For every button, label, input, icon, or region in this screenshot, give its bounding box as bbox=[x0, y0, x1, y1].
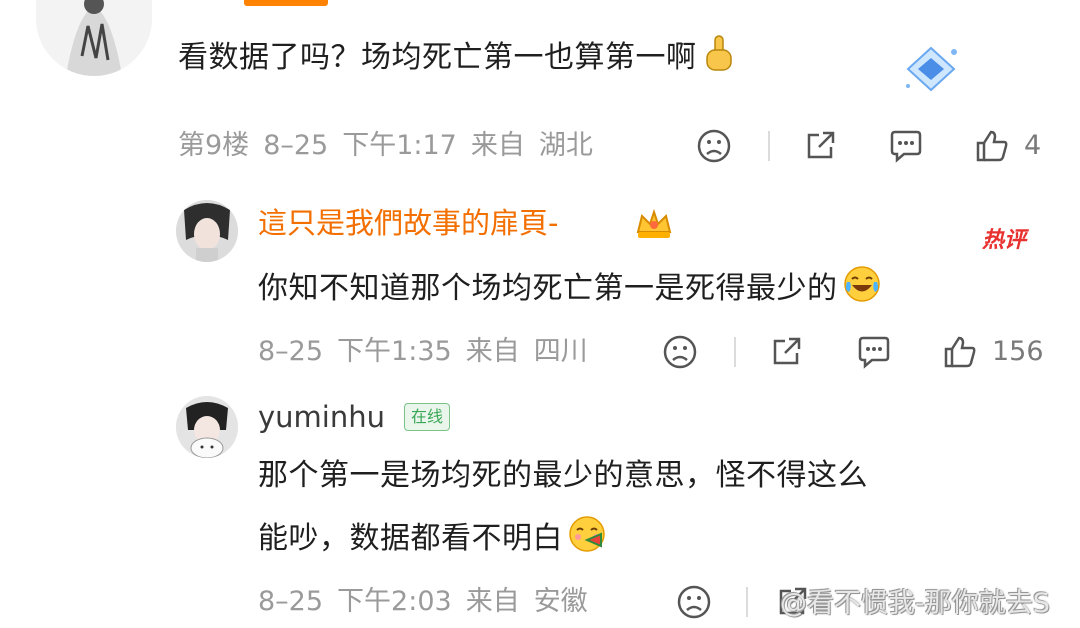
dislike-icon bbox=[663, 335, 697, 369]
floor-number: 第9楼 bbox=[178, 130, 250, 161]
comment-location: 湖北 bbox=[538, 130, 593, 161]
laugh-cry-emoji bbox=[842, 264, 882, 315]
comment-date: 8–25 bbox=[258, 336, 324, 367]
dislike-button[interactable] bbox=[662, 334, 698, 370]
comment-date: 8–25 bbox=[258, 586, 324, 617]
comment-time: 下午1:17 bbox=[342, 130, 457, 161]
pointing-up-emoji bbox=[701, 34, 737, 83]
online-status-badge: 在线 bbox=[404, 403, 451, 431]
comment-icon bbox=[858, 336, 890, 369]
comment-text: 那个第一是场均死的最少的意思，怪不得这么 bbox=[258, 456, 868, 496]
comment-text-line: 那个第一是场均死的最少的意思，怪不得这么 bbox=[258, 458, 868, 493]
comment-text: 你知不知道那个场均死亡第一是死得最少的 bbox=[258, 264, 882, 315]
crown-badge-icon bbox=[632, 206, 676, 242]
username[interactable]: yuminhu bbox=[258, 398, 385, 436]
like-count: 156 bbox=[992, 336, 1044, 367]
share-icon bbox=[807, 131, 835, 159]
comment-date: 8–25 bbox=[263, 130, 329, 161]
share-button[interactable] bbox=[802, 128, 838, 164]
avatar[interactable] bbox=[176, 200, 238, 262]
comment-location: 安徽 bbox=[533, 586, 588, 617]
diamond-badge-icon bbox=[900, 40, 962, 98]
hot-comment-badge: 热评 bbox=[982, 228, 1027, 253]
comment-time: 下午2:03 bbox=[337, 586, 452, 617]
like-button[interactable] bbox=[974, 127, 1010, 165]
like-count: 4 bbox=[1024, 130, 1042, 161]
comment-meta: 8–25 下午1:35 来自 四川 bbox=[258, 334, 602, 370]
divider bbox=[734, 337, 736, 367]
share-icon bbox=[773, 337, 801, 365]
divider bbox=[768, 131, 770, 161]
comment-button[interactable] bbox=[856, 334, 892, 370]
comment-source: 来自 bbox=[470, 130, 525, 161]
dislike-button[interactable] bbox=[696, 128, 732, 164]
yum-emoji bbox=[567, 514, 607, 565]
comment-location: 四川 bbox=[533, 336, 588, 367]
like-icon bbox=[976, 130, 1008, 162]
comment-text-line: 能吵，数据都看不明白 bbox=[258, 521, 563, 556]
comment-time: 下午1:35 bbox=[337, 336, 452, 367]
like-button[interactable] bbox=[942, 333, 978, 371]
comment-meta: 第9楼 8–25 下午1:17 来自 湖北 bbox=[178, 128, 607, 164]
comment-text: 看数据了吗？场均死亡第一也算第一啊 bbox=[178, 34, 737, 83]
comment-source: 来自 bbox=[465, 336, 520, 367]
share-button[interactable] bbox=[768, 334, 804, 370]
like-icon bbox=[944, 336, 976, 368]
comment-source: 来自 bbox=[465, 586, 520, 617]
avatar[interactable] bbox=[176, 396, 238, 458]
username[interactable]: 這只是我們故事的扉頁- bbox=[258, 204, 558, 242]
top-accent-bar bbox=[244, 0, 328, 6]
dislike-icon bbox=[697, 129, 731, 163]
dislike-button[interactable] bbox=[676, 584, 712, 620]
avatar[interactable] bbox=[36, 0, 152, 76]
watermark: @看不惯我-那你就去S bbox=[780, 588, 1050, 619]
comment-icon bbox=[890, 130, 922, 163]
comment-text: 能吵，数据都看不明白 bbox=[258, 514, 607, 565]
divider bbox=[746, 587, 748, 617]
comment-button[interactable] bbox=[888, 128, 924, 164]
comment-meta: 8–25 下午2:03 来自 安徽 bbox=[258, 584, 602, 620]
dislike-icon bbox=[677, 585, 711, 619]
